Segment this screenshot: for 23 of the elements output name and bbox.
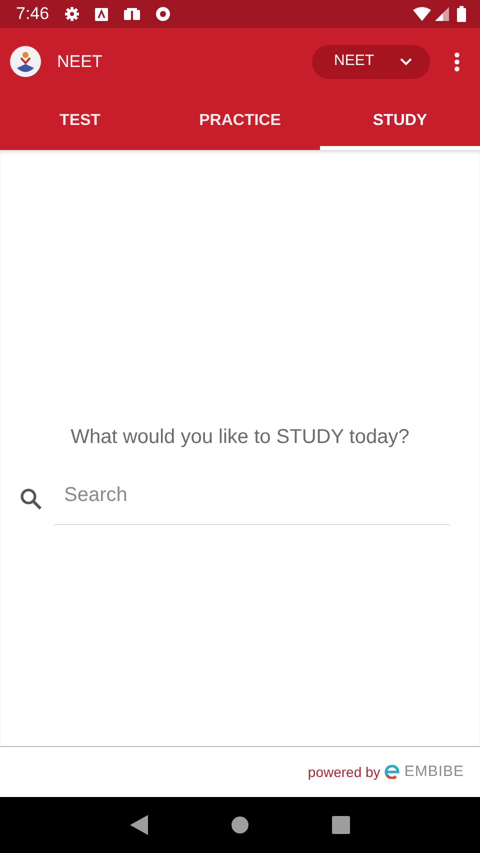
home-button[interactable] [230,816,249,834]
logo-icon [10,46,41,77]
tab[interactable]: TEST [0,95,160,150]
tab[interactable]: PRACTICE [160,95,320,150]
battery-icon [457,6,466,22]
gear-icon [65,7,80,21]
signal-icon [435,7,449,21]
brand-logo-icon [384,765,400,779]
chevron-down-icon [400,58,412,66]
search-icon [20,488,42,510]
recents-button[interactable] [332,816,350,834]
powered-by-text: powered by [308,762,380,782]
more-options-icon[interactable] [454,52,460,72]
study-prompt: What would you like to STUDY today? [70,424,410,450]
tab[interactable]: STUDY [320,95,480,150]
back-button[interactable] [130,815,148,835]
brand-name: EMBIBE [404,762,464,782]
notification-icon [95,8,108,20]
status-time: 7:46 [16,3,50,26]
app-notification-icon [124,8,140,20]
exam-selector[interactable]: NEET [312,44,430,78]
wifi-icon [413,7,431,21]
app-title: NEET [57,50,102,73]
